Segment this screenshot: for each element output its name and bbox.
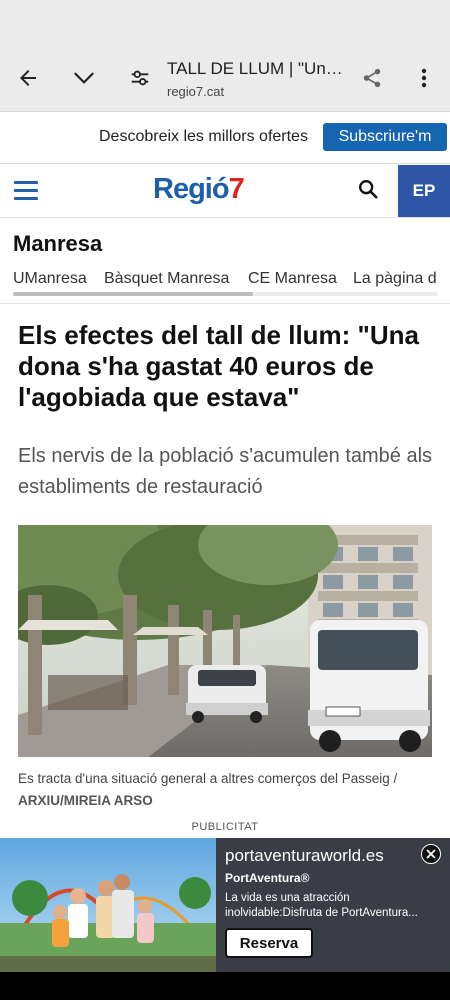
browser-url[interactable]: regio7.cat xyxy=(167,84,224,99)
subnav-item-la-pagina[interactable]: La pàgina d xyxy=(353,270,437,288)
browser-page-title[interactable]: TALL DE LLUM | "Una ... xyxy=(167,59,349,79)
ad-reserve-button[interactable]: Reserva xyxy=(225,928,313,958)
status-bar xyxy=(0,0,450,48)
article-photo[interactable] xyxy=(18,525,432,757)
share-icon[interactable] xyxy=(356,62,388,94)
offers-bar: Descobreix les millors ofertes Subscriur… xyxy=(0,112,450,164)
caption-text: Es tracta d'una situació general a altre… xyxy=(18,771,398,786)
photo-caption: Es tracta d'una situació general a altre… xyxy=(18,768,438,812)
ad-banner[interactable]: portaventuraworld.es PortAventura® La vi… xyxy=(0,838,450,972)
photo-credit: ARXIU/MIREIA ARSO xyxy=(18,793,153,808)
section-title[interactable]: Manresa xyxy=(13,231,102,257)
search-icon[interactable] xyxy=(357,178,383,204)
ad-label: PUBLICITAT xyxy=(191,821,259,833)
menu-icon[interactable] xyxy=(14,181,38,201)
logo-text: Regió xyxy=(153,173,230,205)
offers-text: Descobreix les millors ofertes xyxy=(99,128,308,145)
subnav-item-basquet-manresa[interactable]: Bàsquet Manresa xyxy=(104,270,229,288)
system-nav-bar xyxy=(0,972,450,1000)
chevron-down-icon[interactable] xyxy=(68,62,100,94)
article-headline: Els efectes del tall de llum: "Una dona … xyxy=(18,320,420,412)
browser-toolbar: TALL DE LLUM | "Una ... regio7.cat xyxy=(0,48,450,112)
subnav-item-ce-manresa[interactable]: CE Manresa xyxy=(248,270,337,288)
tune-icon[interactable] xyxy=(124,62,156,94)
more-vert-icon[interactable] xyxy=(408,62,440,94)
logo-number: 7 xyxy=(228,173,245,205)
article-subtitle: Els nervis de la població s'acumulen tam… xyxy=(18,445,433,498)
subnav-item-umanresa[interactable]: UManresa xyxy=(13,270,87,288)
edition-button[interactable]: EP xyxy=(398,165,450,217)
ad-description: La vida es una atracción inolvidable:Dis… xyxy=(225,892,418,919)
subnav-scroll-thumb[interactable] xyxy=(13,292,253,296)
site-header: Regió7 EP xyxy=(0,165,450,218)
divider xyxy=(0,303,450,304)
close-icon[interactable] xyxy=(421,844,441,864)
ad-image[interactable] xyxy=(0,838,216,972)
ad-domain[interactable]: portaventuraworld.es xyxy=(225,846,384,866)
ad-brand: PortAventura® xyxy=(225,871,310,885)
back-arrow-icon[interactable] xyxy=(12,62,44,94)
subscribe-button[interactable]: Subscriure'm xyxy=(323,123,447,151)
site-logo[interactable]: Regió7 xyxy=(153,173,245,206)
